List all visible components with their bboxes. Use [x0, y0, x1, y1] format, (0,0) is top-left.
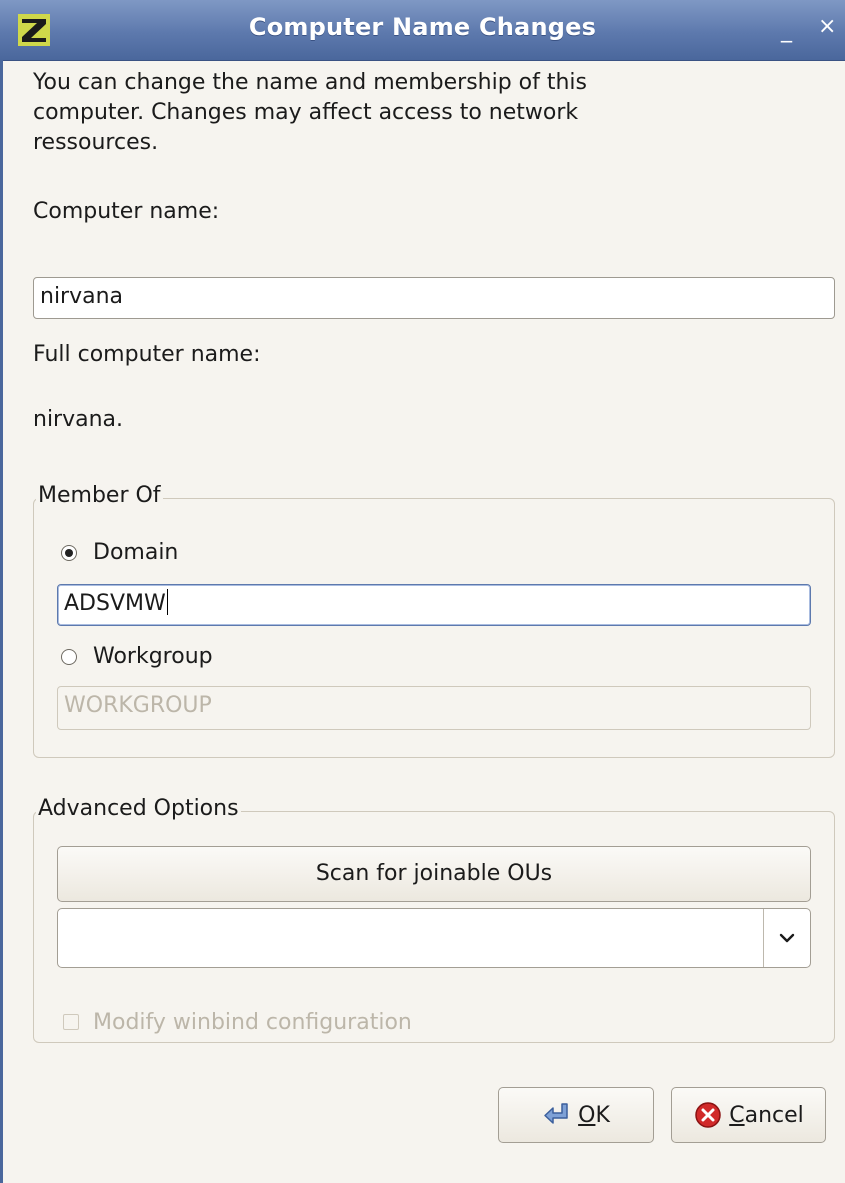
workgroup-radio-label[interactable]: Workgroup: [93, 642, 213, 672]
intro-text: You can change the name and membership o…: [33, 70, 588, 155]
text-cursor: [166, 589, 169, 615]
chevron-down-icon[interactable]: [776, 927, 798, 949]
domain-input[interactable]: ADSVMW: [57, 584, 811, 626]
window-border: [0, 60, 3, 1183]
domain-input-text: ADSVMW: [64, 591, 166, 616]
scan-ous-button[interactable]: Scan for joinable OUs: [57, 846, 811, 902]
workgroup-input: WORKGROUP: [57, 686, 811, 730]
computer-name-input[interactable]: nirvana: [33, 277, 835, 319]
computer-name-label: Computer name:: [33, 199, 220, 224]
window-title: Computer Name Changes: [248, 13, 597, 41]
minimize-button[interactable]: _: [781, 20, 792, 42]
domain-radio-label[interactable]: Domain: [93, 538, 178, 568]
cancel-icon: [695, 1102, 721, 1128]
advanced-options-legend: Advanced Options: [36, 795, 241, 823]
winbind-checkbox-label: Modify winbind configuration: [93, 1010, 412, 1035]
cancel-label: Cancel: [729, 1102, 804, 1128]
ou-combo[interactable]: [57, 908, 811, 968]
window-titlebar[interactable]: Computer Name Changes _ ×: [0, 0, 845, 61]
domain-radio[interactable]: [61, 545, 77, 561]
full-computer-name-value: nirvana.: [33, 407, 124, 432]
close-button[interactable]: ×: [818, 16, 836, 38]
ok-label: OK: [578, 1102, 610, 1128]
ok-button[interactable]: OK: [498, 1087, 654, 1143]
cancel-button[interactable]: Cancel: [671, 1087, 826, 1143]
winbind-checkbox: [63, 1014, 79, 1030]
workgroup-radio[interactable]: [61, 649, 77, 665]
member-of-legend: Member Of: [36, 482, 163, 510]
combo-separator: [763, 909, 764, 967]
full-computer-name-label: Full computer name:: [33, 342, 261, 367]
apply-arrow-icon: [544, 1103, 568, 1124]
